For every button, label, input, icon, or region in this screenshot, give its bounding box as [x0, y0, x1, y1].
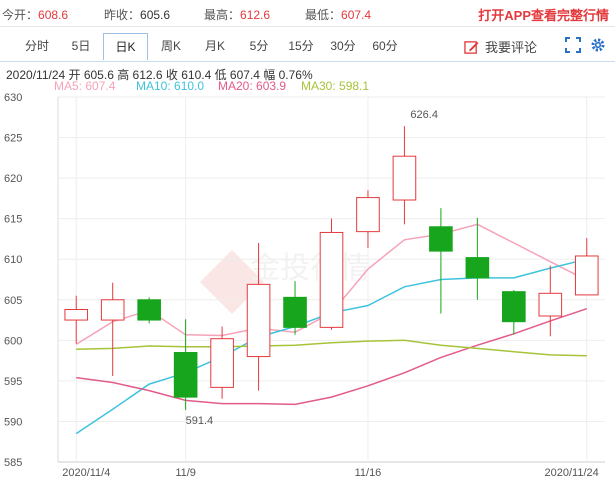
- candle-body: [64, 309, 89, 321]
- x-axis: 2020/11/4 11/9 11/16 2020/11/24: [62, 467, 599, 479]
- candle: [574, 238, 599, 296]
- annotation-label: 591.4: [186, 415, 214, 427]
- candle-body: [502, 291, 526, 323]
- candle-body: [465, 257, 490, 279]
- y-tick-label: 600: [4, 335, 22, 347]
- candle: [502, 290, 526, 335]
- candle-body: [392, 155, 417, 201]
- candle: [319, 218, 344, 330]
- candle-body: [538, 292, 563, 317]
- y-tick-label: 610: [4, 254, 22, 266]
- annotation-label: 626.4: [410, 109, 438, 121]
- y-tick-label: 625: [4, 133, 22, 145]
- candle-body: [319, 231, 344, 328]
- candle: [64, 295, 89, 344]
- candle: [392, 126, 417, 225]
- candle: [465, 217, 490, 300]
- y-tick-label: 590: [4, 416, 22, 428]
- kline-chart: 金投行情 585 590 595 600 605 610 615 620 625 630 2020…: [4, 92, 605, 479]
- candle: [538, 265, 563, 337]
- y-tick-label: 605: [4, 295, 22, 307]
- y-tick-label: 585: [4, 457, 22, 469]
- x-tick-label: 11/9: [175, 467, 196, 479]
- candle-body: [100, 299, 125, 321]
- candle: [173, 319, 198, 411]
- candle-body: [137, 299, 161, 321]
- x-tick-label: 2020/11/24: [545, 467, 599, 479]
- y-tick-label: 620: [4, 173, 22, 185]
- candle: [356, 190, 380, 248]
- svg-text:金投行情: 金投行情: [250, 252, 370, 285]
- y-tick-label: 595: [4, 376, 22, 388]
- candle-body: [283, 296, 307, 328]
- y-tick-label: 615: [4, 214, 22, 226]
- candle: [283, 281, 307, 335]
- y-axis: 585 590 595 600 605 610 615 620 625 630: [4, 92, 22, 469]
- candle-body: [429, 226, 453, 252]
- candle: [137, 297, 161, 324]
- ma-line-ma30: [76, 339, 587, 357]
- candle-body: [246, 283, 271, 358]
- candles: [64, 126, 599, 411]
- candle-body: [356, 197, 380, 233]
- candle-body: [574, 255, 599, 296]
- x-tick-label: 11/16: [355, 467, 382, 479]
- candle: [429, 208, 453, 314]
- candle-body: [173, 352, 198, 398]
- candle-body: [210, 338, 234, 388]
- candle: [210, 326, 234, 399]
- y-tick-label: 630: [4, 92, 22, 104]
- candle: [100, 282, 125, 377]
- x-tick-label: 2020/11/4: [62, 467, 110, 479]
